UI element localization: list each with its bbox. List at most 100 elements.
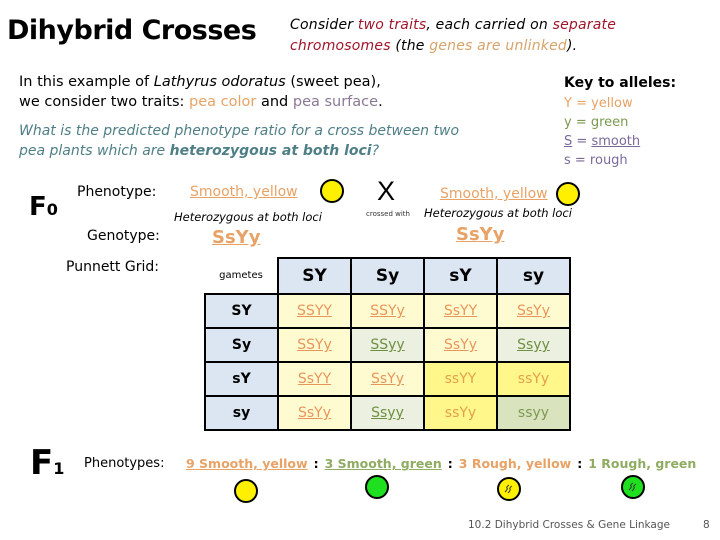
punnett-cell: ssYY: [423, 361, 498, 397]
parent1-genotype: SsYy: [212, 227, 261, 248]
gen-letter: F: [30, 443, 54, 483]
genotype-text: Ssyy: [371, 405, 404, 421]
key-item-rough: s = rough: [564, 153, 628, 168]
genotype-text: SsYY: [443, 303, 478, 319]
punnett-cell: SsYY: [277, 361, 352, 397]
genotype-text: SSYy: [370, 303, 405, 319]
key-value: smooth: [591, 134, 641, 149]
trait-pea-color: pea color: [189, 94, 257, 110]
gen-subscript: 1: [53, 459, 65, 478]
key-eq: =: [572, 134, 592, 149]
genotype-text: SsYY: [297, 371, 332, 387]
gen-letter: F: [29, 192, 47, 222]
punnett-cell: Ssyy: [496, 327, 571, 363]
column-gamete: Sy: [350, 257, 425, 295]
intro-highlight-unlinked: genes are unlinked: [429, 38, 567, 54]
punnett-grid: gametes SY Sy sY sy SY SSYY SSYy SsYY Ss…: [204, 257, 571, 431]
parent2-phenotype: Smooth, yellow: [440, 186, 548, 202]
footer-text: 10.2 Dihybrid Crosses & Gene Linkage: [468, 519, 670, 531]
ratio-smooth-yellow: 9 Smooth, yellow: [186, 456, 308, 471]
ratio-smooth-green: 3 Smooth, green: [324, 456, 442, 471]
genotype-text: ssYY: [444, 371, 477, 387]
punnett-row: sy SsYy Ssyy ssYy ssyy: [204, 395, 571, 431]
para-segment: In this example of: [19, 74, 154, 90]
ratio-separator: :: [577, 456, 583, 471]
phenotype-ratio: 9 Smooth, yellow:3 Smooth, green:3 Rough…: [186, 456, 696, 471]
ratio-rough-yellow: 3 Rough, yellow: [458, 456, 572, 471]
f0-generation-label: F0: [29, 192, 58, 222]
genotype-text: Ssyy: [517, 337, 550, 353]
intro-highlight-two-traits: two traits: [357, 17, 427, 33]
punnett-cell: SSYy: [277, 327, 352, 363]
row-gamete: Sy: [204, 327, 279, 363]
punnett-cell: SsYy: [423, 327, 498, 363]
parent2-genotype: SsYy: [456, 224, 505, 245]
key-item-smooth: S = smooth: [564, 132, 676, 151]
intro-segment: Consider: [290, 17, 358, 33]
punnett-cell: ssYy: [423, 395, 498, 431]
yellow-smooth-pea-icon: [556, 182, 580, 206]
genotype-text: SsYy: [443, 337, 478, 353]
cross-label: crossed with: [366, 210, 410, 218]
genotype-text: SSYY: [297, 303, 332, 319]
key-item-green: y = green: [564, 115, 629, 130]
genotype-text: SsYy: [516, 303, 551, 319]
page-number: 8: [703, 519, 710, 531]
yellow-smooth-pea-icon: [320, 179, 344, 203]
punnett-cell: SSYy: [350, 293, 425, 329]
species-name: Lathyrus odoratus: [153, 74, 286, 90]
punnett-cell: SSYY: [277, 293, 352, 329]
yellow-rough-pea-icon: [497, 477, 521, 501]
ratio-separator: :: [313, 456, 319, 471]
page-title: Dihybrid Crosses: [7, 15, 257, 46]
punnett-grid-label: Punnett Grid:: [66, 259, 159, 275]
punnett-cell: ssyy: [496, 395, 571, 431]
genotype-text: SSyy: [370, 337, 405, 353]
row-gamete: sy: [204, 395, 279, 431]
column-gamete: sY: [423, 257, 498, 295]
genotype-text: SSYy: [297, 337, 332, 353]
parent1-note: Heterozygous at both loci: [174, 210, 322, 224]
genotype-text: ssYy: [444, 405, 477, 421]
punnett-row: sY SsYY SsYy ssYY ssYy: [204, 361, 571, 397]
example-paragraph: In this example of Lathyrus odoratus (sw…: [19, 72, 469, 112]
parent1-phenotype: Smooth, yellow: [190, 184, 298, 200]
punnett-cell: SsYy: [277, 395, 352, 431]
punnett-cell: SsYY: [423, 293, 498, 329]
green-smooth-pea-icon: [365, 475, 389, 499]
intro-text: Consider two traits, each carried on sep…: [290, 15, 690, 57]
punnett-cell: SsYy: [496, 293, 571, 329]
gen-subscript: 0: [46, 200, 58, 219]
ratio-rough-green: 1 Rough, green: [588, 456, 697, 471]
green-rough-pea-icon: [621, 475, 645, 499]
question-emphasis: heterozygous at both loci: [169, 143, 372, 159]
punnett-cell: SSyy: [350, 327, 425, 363]
punnett-cell: SsYy: [350, 361, 425, 397]
intro-segment: , each carried on: [426, 17, 553, 33]
punnett-row: SY SSYY SSYy SsYY SsYy: [204, 293, 571, 329]
yellow-smooth-pea-icon: [234, 479, 258, 503]
punnett-cell: Ssyy: [350, 395, 425, 431]
gametes-label: gametes: [219, 270, 263, 281]
punnett-row: Sy SSYy SSyy SsYy Ssyy: [204, 327, 571, 363]
intro-segment: (the: [390, 38, 430, 54]
key-item-yellow: Y = yellow: [564, 96, 633, 111]
trait-pea-surface: pea surface: [292, 94, 379, 110]
f1-generation-label: F1: [30, 443, 64, 483]
genotype-text: SsYy: [370, 371, 405, 387]
question-segment: ?: [371, 143, 380, 159]
para-segment: .: [378, 94, 383, 110]
ratio-separator: :: [447, 456, 453, 471]
genotype-text: ssYy: [517, 371, 550, 387]
question-text: What is the predicted phenotype ratio fo…: [19, 121, 469, 161]
punnett-cell: ssYy: [496, 361, 571, 397]
column-gamete: SY: [277, 257, 352, 295]
key-title: Key to alleles:: [564, 75, 677, 91]
genotype-label: Genotype:: [87, 228, 160, 244]
phenotypes-label: Phenotypes:: [84, 456, 165, 471]
para-segment: (sweet pea),: [285, 74, 381, 90]
para-segment: we consider two traits:: [19, 94, 190, 110]
intro-segment: ).: [567, 38, 578, 54]
column-gamete: sy: [496, 257, 571, 295]
allele-key: Key to alleles: Y = yellow y = green S =…: [564, 74, 676, 170]
